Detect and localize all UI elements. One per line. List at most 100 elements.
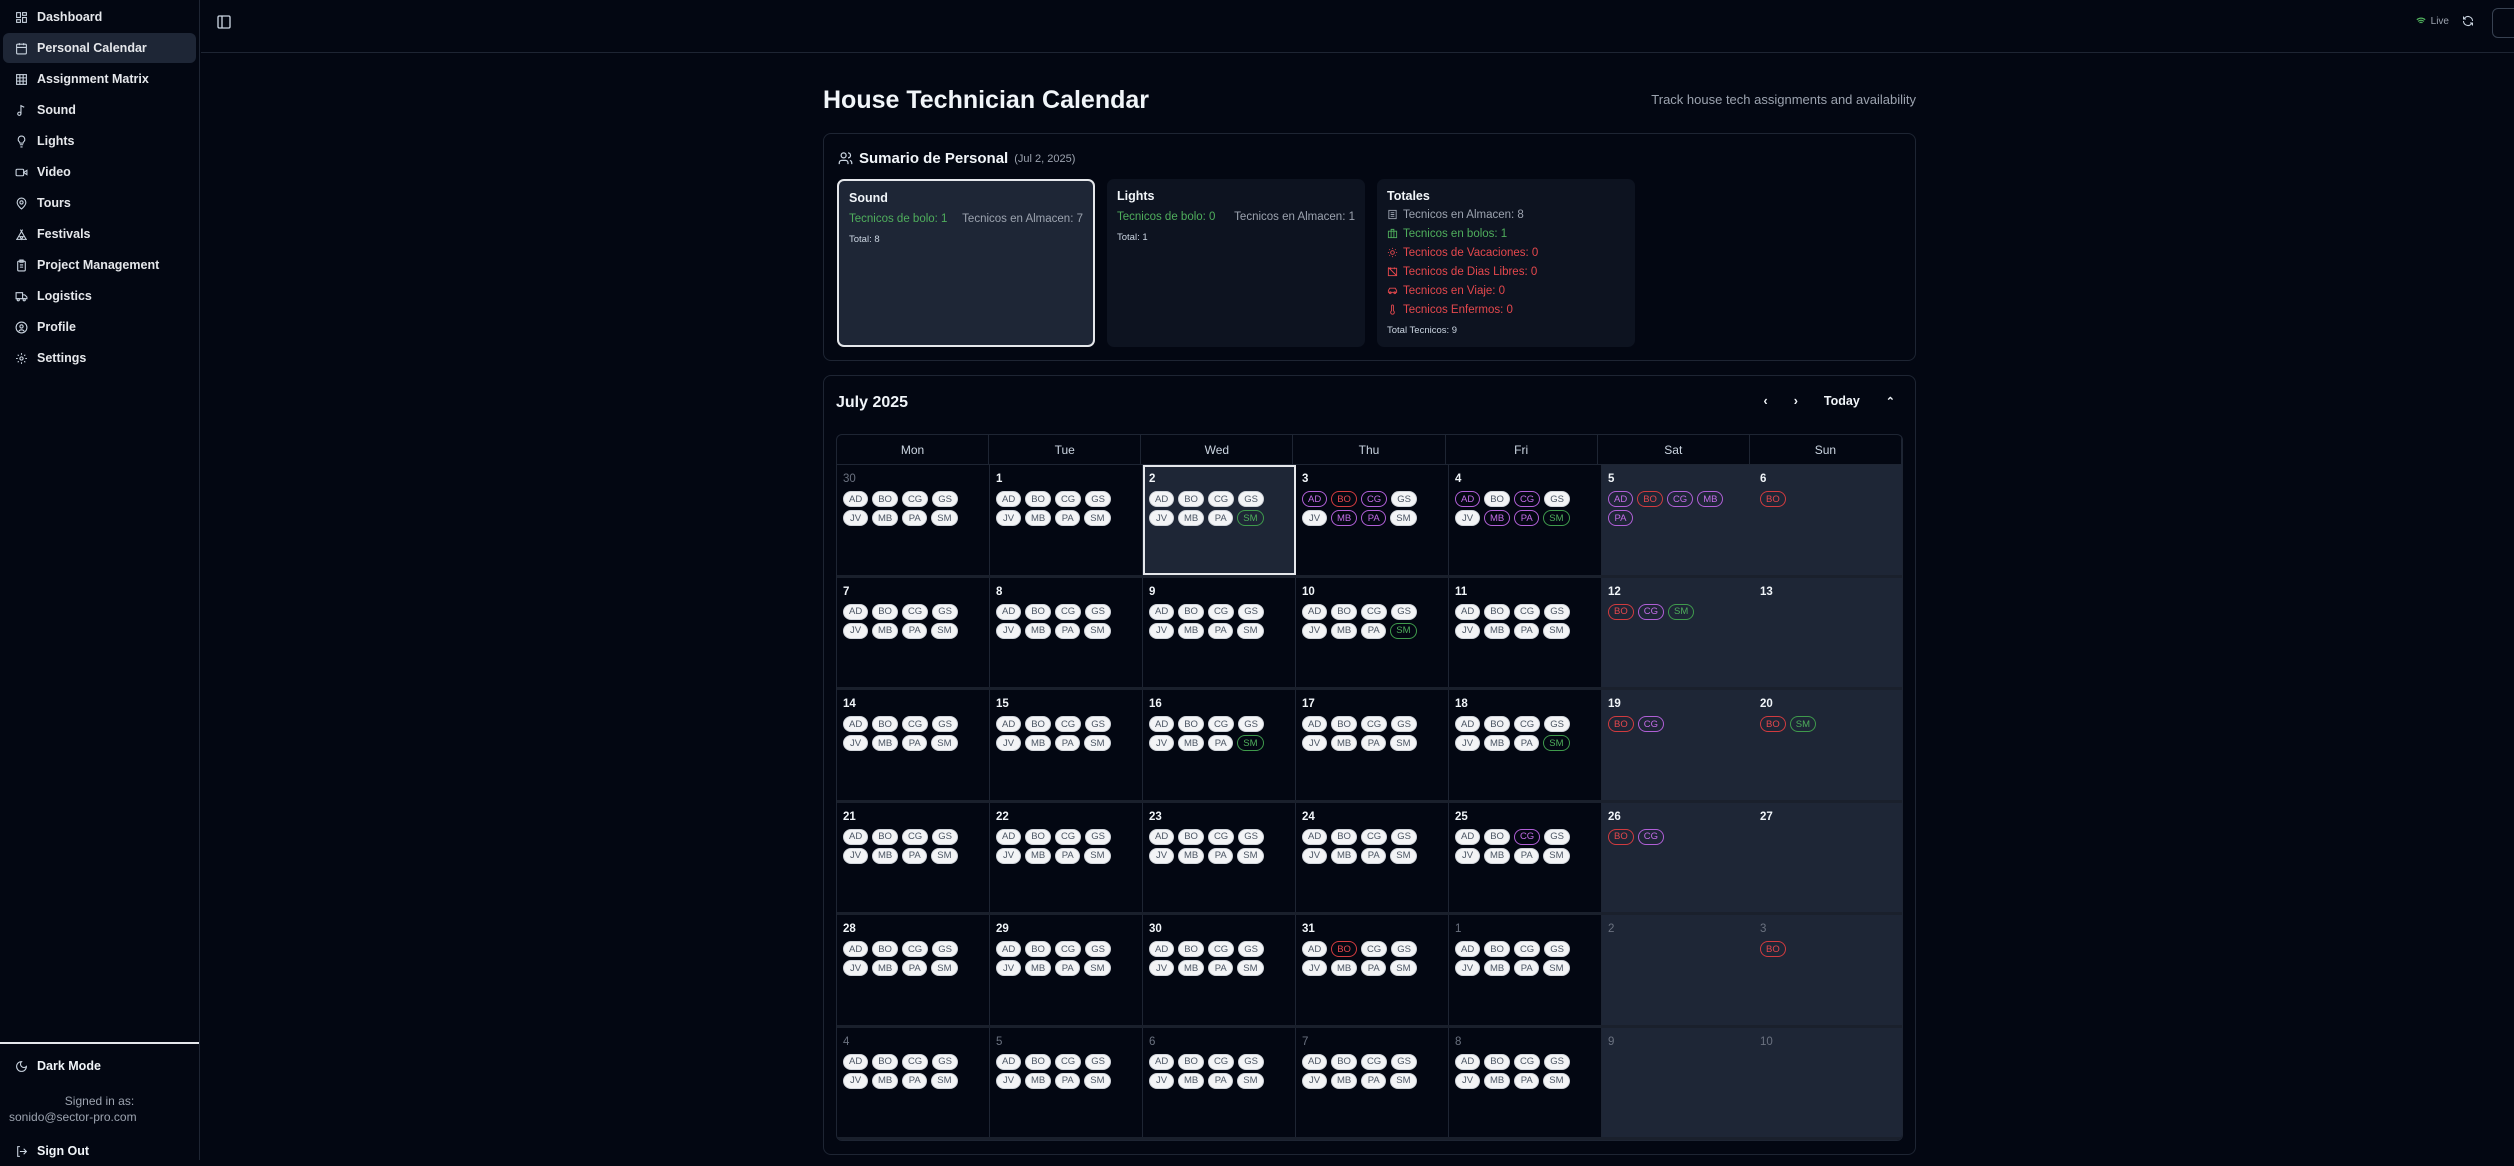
- tech-badge-cg[interactable]: CG: [1637, 828, 1664, 845]
- tech-badge-bo[interactable]: BO: [872, 716, 898, 732]
- tech-badge-sm[interactable]: SM: [931, 510, 958, 526]
- tech-badge-sm[interactable]: SM: [1390, 1072, 1417, 1089]
- day-cell[interactable]: 18 AD BO CG GS JV MB PA SM: [1449, 690, 1602, 800]
- tech-badge-jv[interactable]: JV: [1302, 735, 1327, 751]
- sidebar-toggle-icon[interactable]: [216, 14, 232, 30]
- tech-badge-cg[interactable]: CG: [1207, 941, 1235, 957]
- tech-badge-ad[interactable]: AD: [1149, 716, 1175, 732]
- tech-badge-mb[interactable]: MB: [872, 735, 899, 751]
- tech-badge-bo[interactable]: BO: [1025, 828, 1051, 845]
- tech-badge-cg[interactable]: CG: [901, 941, 929, 957]
- day-cell[interactable]: 10 AD BO CG GS JV MB PA SM: [1296, 577, 1449, 687]
- tech-badge-bo[interactable]: BO: [872, 1053, 898, 1070]
- tech-badge-mb[interactable]: MB: [1025, 960, 1052, 976]
- tech-badge-cg[interactable]: CG: [1054, 941, 1082, 957]
- day-cell[interactable]: 7 AD BO CG GS JV MB PA SM: [1296, 1027, 1449, 1137]
- chevron-up-icon[interactable]: ⌃: [1886, 395, 1895, 408]
- tech-badge-pa[interactable]: PA: [1055, 735, 1081, 751]
- sidebar-item-tours[interactable]: Tours: [3, 188, 196, 218]
- tech-badge-sm[interactable]: SM: [1084, 735, 1111, 751]
- day-cell[interactable]: 27: [1754, 802, 1902, 912]
- tech-badge-bo[interactable]: BO: [1178, 941, 1204, 957]
- tech-badge-sm[interactable]: SM: [1543, 960, 1570, 976]
- tech-badge-ad[interactable]: AD: [1149, 941, 1175, 957]
- tech-badge-pa[interactable]: PA: [1055, 1072, 1081, 1089]
- day-cell[interactable]: 30 AD BO CG GS JV MB PA SM: [837, 465, 990, 575]
- tech-badge-cg[interactable]: CG: [1513, 716, 1541, 732]
- tech-badge-sm[interactable]: SM: [931, 622, 958, 639]
- tech-badge-cg[interactable]: CG: [1207, 828, 1235, 845]
- tech-badge-mb[interactable]: MB: [872, 847, 899, 864]
- tech-badge-jv[interactable]: JV: [996, 847, 1021, 864]
- tech-badge-cg[interactable]: CG: [1054, 1053, 1082, 1070]
- day-cell[interactable]: 28 AD BO CG GS JV MB PA SM: [837, 915, 990, 1025]
- day-cell[interactable]: 24 AD BO CG GS JV MB PA SM: [1296, 802, 1449, 912]
- tech-badge-jv[interactable]: JV: [996, 1072, 1021, 1089]
- tech-badge-jv[interactable]: JV: [1302, 622, 1327, 639]
- tech-badge-pa[interactable]: PA: [902, 1072, 928, 1089]
- tech-badge-bo[interactable]: BO: [1484, 603, 1510, 620]
- tech-badge-sm[interactable]: SM: [1390, 960, 1417, 976]
- tech-badge-pa[interactable]: PA: [1361, 510, 1387, 526]
- tech-badge-ad[interactable]: AD: [1455, 716, 1481, 732]
- tech-badge-gs[interactable]: GS: [1391, 716, 1417, 732]
- tech-badge-gs[interactable]: GS: [932, 716, 958, 732]
- tech-badge-bo[interactable]: BO: [1178, 828, 1204, 845]
- tech-badge-mb[interactable]: MB: [1178, 622, 1205, 639]
- tech-badge-mb[interactable]: MB: [1025, 847, 1052, 864]
- tech-badge-pa[interactable]: PA: [1514, 735, 1540, 751]
- tech-badge-ad[interactable]: AD: [1455, 603, 1481, 620]
- sidebar-item-settings[interactable]: Settings: [3, 343, 196, 373]
- tech-badge-mb[interactable]: MB: [1178, 1072, 1205, 1089]
- tech-badge-bo[interactable]: BO: [1484, 1053, 1510, 1070]
- tech-badge-sm[interactable]: SM: [1237, 510, 1264, 526]
- tech-badge-bo[interactable]: BO: [1178, 603, 1204, 620]
- day-cell[interactable]: 16 AD BO CG GS JV MB PA SM: [1143, 690, 1296, 800]
- day-cell[interactable]: 15 AD BO CG GS JV MB PA SM: [990, 690, 1143, 800]
- day-cell[interactable]: 5 AD BO CG MB PA: [1602, 465, 1754, 575]
- tech-badge-pa[interactable]: PA: [902, 847, 928, 864]
- tech-badge-pa[interactable]: PA: [1208, 735, 1234, 751]
- tech-badge-cg[interactable]: CG: [901, 1053, 929, 1070]
- tech-badge-bo[interactable]: BO: [1608, 603, 1634, 620]
- tech-badge-gs[interactable]: GS: [1238, 1053, 1264, 1070]
- tech-badge-ad[interactable]: AD: [843, 828, 869, 845]
- tech-badge-mb[interactable]: MB: [1025, 735, 1052, 751]
- tech-badge-sm[interactable]: SM: [1237, 960, 1264, 976]
- tech-badge-bo[interactable]: BO: [1484, 828, 1510, 845]
- tech-badge-bo[interactable]: BO: [1331, 603, 1357, 620]
- day-cell[interactable]: 26 BO CG: [1602, 802, 1754, 912]
- tech-badge-bo[interactable]: BO: [1331, 828, 1357, 845]
- tech-badge-ad[interactable]: AD: [996, 716, 1022, 732]
- tech-badge-pa[interactable]: PA: [1361, 735, 1387, 751]
- day-cell[interactable]: 25 AD BO CG GS JV MB PA SM: [1449, 802, 1602, 912]
- tech-badge-jv[interactable]: JV: [1455, 622, 1480, 639]
- tech-badge-bo[interactable]: BO: [1331, 491, 1357, 507]
- today-button[interactable]: Today: [1824, 394, 1860, 408]
- sidebar-item-festivals[interactable]: Festivals: [3, 219, 196, 249]
- tech-badge-cg[interactable]: CG: [1360, 941, 1388, 957]
- sidebar-item-project-management[interactable]: Project Management: [3, 250, 196, 280]
- day-cell[interactable]: 6 BO: [1754, 465, 1902, 575]
- tech-badge-pa[interactable]: PA: [1055, 847, 1081, 864]
- tech-badge-pa[interactable]: PA: [1208, 510, 1234, 526]
- tech-badge-ad[interactable]: AD: [996, 603, 1022, 620]
- day-cell[interactable]: 3 BO: [1754, 915, 1902, 1025]
- tech-badge-sm[interactable]: SM: [1390, 510, 1417, 526]
- tech-badge-pa[interactable]: PA: [902, 622, 928, 639]
- tech-badge-sm[interactable]: SM: [1789, 716, 1816, 732]
- day-cell[interactable]: 22 AD BO CG GS JV MB PA SM: [990, 802, 1143, 912]
- sidebar-item-logistics[interactable]: Logistics: [3, 281, 196, 311]
- tech-badge-bo[interactable]: BO: [1331, 941, 1357, 957]
- tech-badge-jv[interactable]: JV: [843, 960, 868, 976]
- day-cell[interactable]: 8 AD BO CG GS JV MB PA SM: [1449, 1027, 1602, 1137]
- tech-badge-jv[interactable]: JV: [1455, 1072, 1480, 1089]
- tech-badge-mb[interactable]: MB: [1484, 1072, 1511, 1089]
- tech-badge-mb[interactable]: MB: [1025, 510, 1052, 526]
- tech-badge-jv[interactable]: JV: [843, 510, 868, 526]
- tech-badge-jv[interactable]: JV: [996, 510, 1021, 526]
- tech-badge-sm[interactable]: SM: [1237, 1072, 1264, 1089]
- tech-badge-bo[interactable]: BO: [1760, 716, 1786, 732]
- tech-badge-cg[interactable]: CG: [1513, 1053, 1541, 1070]
- tech-badge-ad[interactable]: AD: [843, 1053, 869, 1070]
